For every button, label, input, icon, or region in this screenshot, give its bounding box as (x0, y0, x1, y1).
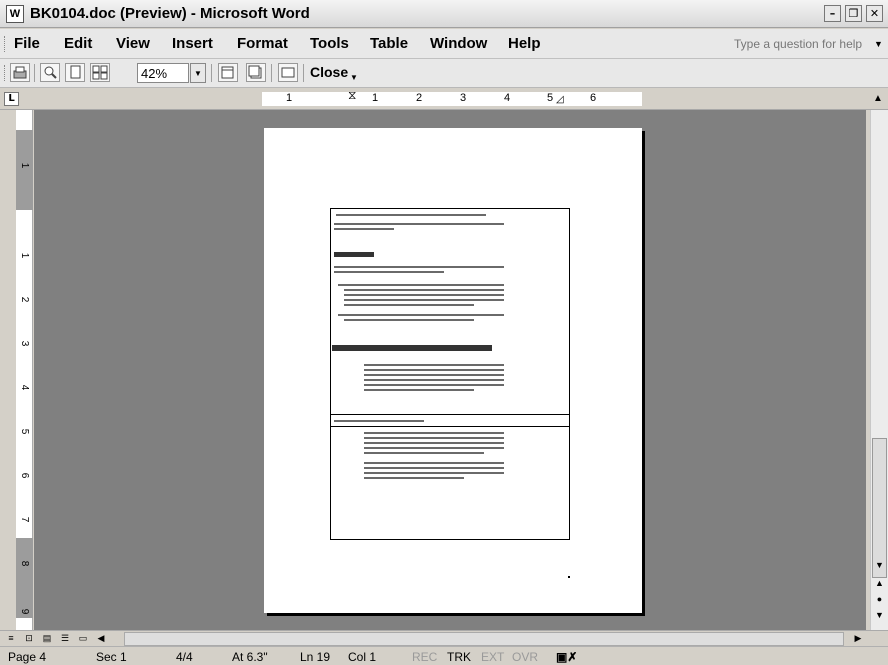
toolbar-separator (303, 64, 304, 82)
zoom-select[interactable]: 42% (137, 63, 189, 83)
web-layout-icon[interactable]: ⊡ (22, 632, 36, 645)
print-layout-icon[interactable]: ▤ (40, 632, 54, 645)
reading-layout-icon[interactable]: ▭ (76, 632, 90, 645)
view-ruler-icon[interactable] (218, 63, 238, 82)
ruler-number: 1 (19, 162, 30, 169)
status-page: Page 4 (8, 650, 47, 664)
outline-view-icon[interactable]: ☰ (58, 632, 72, 645)
ruler-number: 7 (19, 516, 30, 523)
window-title: BK0104.doc (Preview) - Microsoft Word (30, 5, 310, 22)
zoom-dropdown-icon[interactable]: ▼ (190, 63, 206, 83)
ruler-number: 1 (372, 92, 379, 104)
status-rec[interactable]: REC (412, 650, 437, 664)
text-boundary-frame (330, 208, 570, 540)
one-page-icon[interactable] (65, 63, 85, 82)
menu-view[interactable]: View (116, 35, 150, 52)
toolbar-separator (271, 64, 272, 82)
status-page-count: 4/4 (176, 650, 193, 664)
menu-format[interactable]: Format (237, 35, 288, 52)
ruler-number: 2 (19, 296, 30, 303)
horizontal-scroll-thumb[interactable] (124, 632, 844, 646)
title-bar: W BK0104.doc (Preview) - Microsoft Word … (0, 0, 888, 28)
ruler-number: 4 (504, 92, 511, 104)
horizontal-ruler[interactable]: 1 ⧖ 1 2 3 4 5 ◿ 6 (262, 88, 642, 106)
ruler-number: 9 (19, 608, 30, 615)
menu-bar: File Edit View Insert Format Tools Table… (0, 29, 888, 59)
multiple-pages-icon[interactable] (90, 63, 110, 82)
help-dropdown-icon[interactable]: ▼ (874, 39, 883, 49)
menu-table[interactable]: Table (370, 35, 408, 52)
scroll-left-icon[interactable]: ◀ (94, 632, 108, 645)
ruler-number: 6 (19, 472, 30, 479)
status-position: At 6.3" (232, 650, 268, 664)
spelling-status-icon[interactable]: ▣✗ (556, 650, 577, 664)
word-app-icon[interactable]: W (6, 5, 24, 23)
ruler-number: 8 (19, 560, 30, 567)
scroll-right-icon[interactable]: ▶ (850, 632, 866, 645)
print-preview-toolbar: 42% ▼ Close ▼ (0, 59, 888, 88)
full-screen-icon[interactable] (278, 63, 298, 82)
right-indent-icon[interactable]: ◿ (556, 94, 564, 105)
help-question-box[interactable]: Type a question for help (734, 37, 862, 51)
menu-tools[interactable]: Tools (310, 35, 349, 52)
menu-file[interactable]: File (14, 35, 40, 52)
toolbar-separator (34, 64, 35, 82)
menu-help[interactable]: Help (508, 35, 541, 52)
ruler-number: 4 (19, 384, 30, 391)
status-ovr[interactable]: OVR (512, 650, 538, 664)
ruler-number: 6 (590, 92, 597, 104)
shrink-to-fit-icon[interactable] (246, 63, 266, 82)
menu-edit[interactable]: Edit (64, 35, 92, 52)
ruler-number: 5 (19, 428, 30, 435)
ruler-number: 5 (547, 92, 554, 104)
normal-view-icon[interactable]: ≡ (4, 632, 18, 645)
restore-icon[interactable]: ❐ (845, 5, 862, 22)
toolbar-options-icon[interactable]: ▼ (350, 73, 358, 82)
menu-window[interactable]: Window (430, 35, 487, 52)
ruler-number: 2 (416, 92, 423, 104)
ruler-number: 3 (460, 92, 467, 104)
vertical-scroll-thumb[interactable] (872, 438, 887, 578)
ruler-number: 3 (19, 340, 30, 347)
magnifier-icon[interactable] (40, 63, 60, 82)
status-trk[interactable]: TRK (447, 650, 471, 664)
indent-marker-icon[interactable]: ⧖ (348, 88, 356, 103)
scroll-down-icon[interactable]: ▼ (872, 558, 887, 572)
ruler-number: 1 (286, 92, 293, 104)
status-column: Col 1 (348, 650, 377, 664)
scroll-up-icon[interactable]: ▲ (870, 90, 886, 108)
previous-page-icon[interactable]: ▲ (872, 576, 887, 590)
menu-grip (4, 36, 7, 52)
toolbar-separator (211, 64, 212, 82)
tab-selector[interactable]: L (4, 92, 19, 106)
status-bar: Page 4 Sec 1 4/4 At 6.3" Ln 19 Col 1 REC… (0, 646, 888, 665)
close-icon[interactable]: ✕ (866, 5, 883, 22)
vertical-scrollbar[interactable]: ▼ ▲ ● ▼ (870, 110, 888, 630)
vertical-ruler[interactable]: 1 1 2 3 4 5 6 7 8 9 (16, 110, 33, 630)
next-page-icon[interactable]: ▼ (872, 608, 887, 622)
print-icon[interactable] (10, 63, 30, 82)
menu-insert[interactable]: Insert (172, 35, 213, 52)
ruler-number: 1 (19, 252, 30, 259)
status-ext[interactable]: EXT (481, 650, 504, 664)
close-preview-button[interactable]: Close (310, 64, 348, 80)
horizontal-ruler-row: L 1 ⧖ 1 2 3 4 5 ◿ 6 ▲ (0, 88, 888, 110)
toolbar-grip (4, 65, 7, 81)
status-line: Ln 19 (300, 650, 331, 664)
left-margin (0, 110, 16, 630)
minimize-icon[interactable]: – (824, 5, 841, 22)
horizontal-scroll-row: ≡ ⊡ ▤ ☰ ▭ ◀ ▶ (0, 630, 888, 646)
status-section: Sec 1 (96, 650, 127, 664)
select-browse-object-icon[interactable]: ● (872, 592, 887, 606)
